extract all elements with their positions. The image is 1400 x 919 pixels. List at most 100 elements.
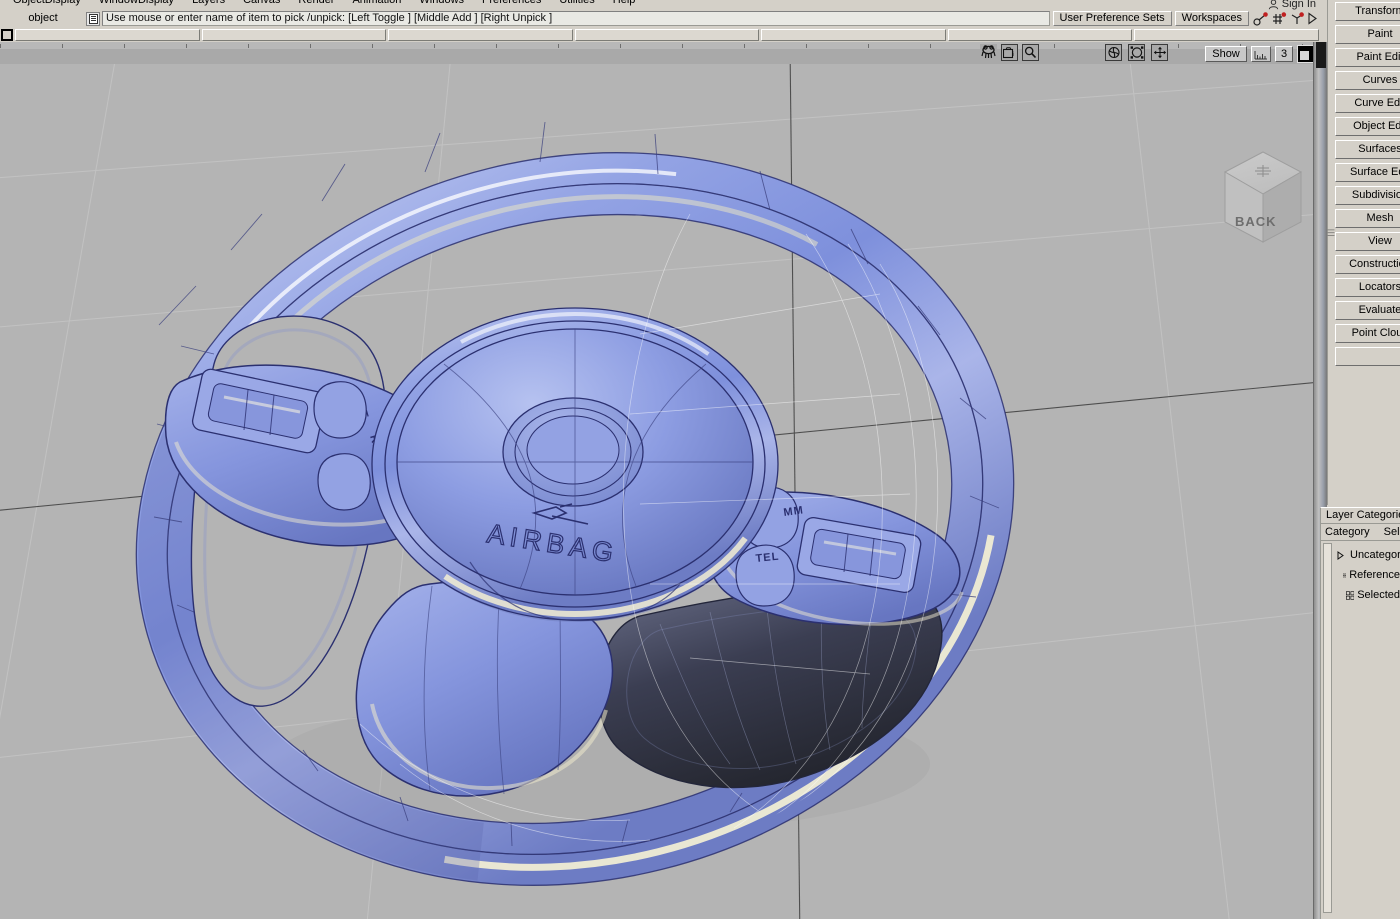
- shelf-tab[interactable]: [948, 29, 1133, 41]
- viewport-tool-group-mid: [1105, 44, 1168, 61]
- move-arrows-icon[interactable]: [1151, 44, 1168, 61]
- palette-button-curve-edit[interactable]: Curve Edit: [1335, 94, 1400, 113]
- wheel-hub: AIRBAG: [372, 308, 778, 622]
- ruler-tick: [62, 44, 63, 48]
- menu-item-render[interactable]: Render: [289, 0, 343, 9]
- menu-item-help[interactable]: Help: [604, 0, 645, 9]
- ruler-tick: [682, 44, 683, 48]
- palette-button-evaluate[interactable]: Evaluate: [1335, 301, 1400, 320]
- ruler-tick: [620, 44, 621, 48]
- shelf-selector-square[interactable]: [1, 29, 13, 41]
- ruler-tick: [434, 44, 435, 48]
- prompt-bar: object Use mouse or enter name of item t…: [0, 10, 1320, 27]
- ruler-tick: [372, 44, 373, 48]
- ruler-tick: [124, 44, 125, 48]
- grid-dots-button[interactable]: [1251, 46, 1271, 62]
- render-globe-icon[interactable]: [1105, 44, 1122, 61]
- pick-template-icon[interactable]: [1271, 12, 1287, 26]
- scrollbar-thumb[interactable]: [1316, 42, 1326, 68]
- palette-button-locators[interactable]: Locators: [1335, 278, 1400, 297]
- shelf-tab[interactable]: [1134, 29, 1319, 41]
- view-count-button[interactable]: 3: [1275, 46, 1293, 62]
- layer-categories-columns: Category Select: [1321, 524, 1400, 541]
- layer-list-gutter: [1323, 543, 1332, 913]
- palette-button-subdivision[interactable]: Subdivision: [1335, 186, 1400, 205]
- menu-item-utilities[interactable]: Utilities: [550, 0, 603, 9]
- palette-button-construction[interactable]: Construction: [1335, 255, 1400, 274]
- layer-row[interactable]: Selected: [1321, 585, 1400, 605]
- user-preference-sets-button[interactable]: User Preference Sets: [1053, 11, 1172, 26]
- shelf-tab[interactable]: [15, 29, 200, 41]
- application-window: ObjectDisplayWindowDisplayLayersCanvasRe…: [0, 0, 1400, 919]
- palette-button-mesh[interactable]: Mesh: [1335, 209, 1400, 228]
- viewport-canvas: SET RES ◻: [0, 64, 1313, 919]
- list-icon[interactable]: [86, 12, 100, 26]
- circle-frame-icon[interactable]: [1128, 44, 1145, 61]
- layer-row-label: Uncategorized: [1350, 549, 1400, 561]
- ruler-tick: [310, 44, 311, 48]
- palette-button-surfaces[interactable]: Surfaces: [1335, 140, 1400, 159]
- magnifier-icon[interactable]: [1022, 44, 1039, 61]
- ruler-tick: [930, 44, 931, 48]
- layer-categories-title: Layer Categories: [1321, 508, 1400, 524]
- view-cube-label: BACK: [1235, 214, 1277, 229]
- ruler-tick: [806, 44, 807, 48]
- viewport-tool-group-right: Show 3: [1205, 45, 1317, 63]
- menu-item-windows[interactable]: Windows: [410, 0, 473, 9]
- shelf-tab[interactable]: [202, 29, 387, 41]
- palette-button-view[interactable]: View: [1335, 232, 1400, 251]
- menu-bar: ObjectDisplayWindowDisplayLayersCanvasRe…: [0, 0, 1320, 10]
- palette-button-surface-edit[interactable]: Surface Edit: [1335, 163, 1400, 182]
- ruler-tick: [1054, 44, 1055, 48]
- palette-button-empty[interactable]: [1335, 347, 1400, 366]
- layer-categories-body: Uncategorized Reference Selected: [1321, 541, 1400, 917]
- menu-item-canvas[interactable]: Canvas: [234, 0, 289, 9]
- shelf-tab[interactable]: [761, 29, 946, 41]
- shelf-bar: [0, 27, 1320, 42]
- palette-button-object-edit[interactable]: Object Edit: [1335, 117, 1400, 136]
- layer-categories-panel: Layer Categories Category Select Uncateg…: [1320, 507, 1400, 919]
- view-cube: BACK: [1225, 152, 1301, 242]
- layer-grid-icon: [1346, 589, 1354, 602]
- prompt-input[interactable]: Use mouse or enter name of item to pick …: [102, 11, 1050, 26]
- palette-button-point-cloud[interactable]: Point Cloud: [1335, 324, 1400, 343]
- expand-arrow-icon[interactable]: [1307, 12, 1318, 25]
- layer-row-label: Reference: [1349, 569, 1400, 581]
- palette-button-curves[interactable]: Curves: [1335, 71, 1400, 90]
- workspaces-button[interactable]: Workspaces: [1175, 11, 1249, 26]
- ruler-tick: [248, 44, 249, 48]
- sign-in-control[interactable]: Sign In: [1268, 0, 1316, 10]
- pick-object-icon[interactable]: [1289, 12, 1305, 26]
- menu-item-preferences[interactable]: Preferences: [473, 0, 550, 9]
- menu-item-layers[interactable]: Layers: [183, 0, 234, 9]
- column-header-category: Category: [1325, 526, 1370, 538]
- prompt-object-label: object: [0, 11, 86, 26]
- tool-palette: Transform Paint Paint Edit Curves Curve Edit…: [1327, 0, 1400, 505]
- ruler-tick: [558, 44, 559, 48]
- pick-nothing-icon[interactable]: [1253, 12, 1269, 26]
- ruler-tick: [186, 44, 187, 48]
- palette-drag-handle[interactable]: |||: [1327, 218, 1334, 248]
- shelf-tab[interactable]: [575, 29, 760, 41]
- palette-button-transform[interactable]: Transform: [1335, 2, 1400, 21]
- snapshot-icon[interactable]: i: [1001, 44, 1018, 61]
- layer-row[interactable]: Reference: [1321, 565, 1400, 585]
- show-button[interactable]: Show: [1205, 46, 1247, 62]
- ruler-tick: [868, 44, 869, 48]
- camera-icon[interactable]: [980, 44, 997, 61]
- palette-button-paint[interactable]: Paint: [1335, 25, 1400, 44]
- ruler-tick: [1178, 44, 1179, 48]
- layer-row[interactable]: Uncategorized: [1321, 545, 1400, 565]
- palette-button-paint-edit[interactable]: Paint Edit: [1335, 48, 1400, 67]
- menu-item-windowdisplay[interactable]: WindowDisplay: [90, 0, 183, 9]
- menu-item-objectdisplay[interactable]: ObjectDisplay: [4, 0, 90, 9]
- svg-text:i: i: [1013, 52, 1014, 58]
- shelf-tab[interactable]: [388, 29, 573, 41]
- layer-row-label: Selected: [1357, 589, 1400, 601]
- expand-arrow-icon[interactable]: [1337, 551, 1344, 560]
- person-icon: [1268, 0, 1279, 10]
- viewport-3d[interactable]: SET RES ◻: [0, 64, 1313, 919]
- viewport-tool-group-left: i: [980, 44, 1039, 61]
- sign-in-label: Sign In: [1282, 0, 1316, 10]
- menu-item-animation[interactable]: Animation: [343, 0, 410, 9]
